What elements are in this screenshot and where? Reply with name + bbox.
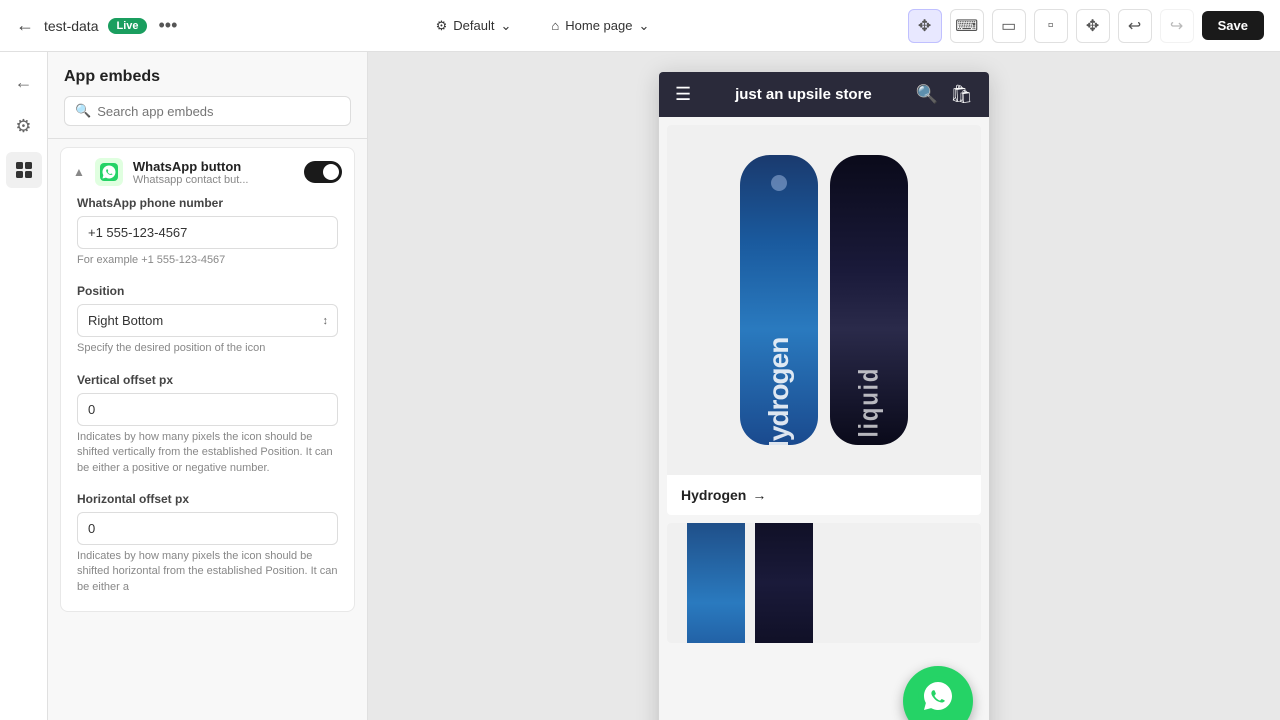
undo-button[interactable]: ↩ — [1118, 9, 1152, 43]
store-name: just an upsile store — [735, 86, 872, 104]
store-cart-icon[interactable]: 🛍 — [950, 84, 973, 105]
snowboard-dark: liquid — [830, 155, 908, 445]
homepage-chevron-icon: ⌄ — [638, 18, 649, 34]
vertical-input[interactable] — [77, 393, 338, 426]
homepage-label: Home page — [565, 18, 632, 33]
redo-button[interactable]: ↪ — [1160, 9, 1194, 43]
search-input[interactable] — [97, 104, 340, 119]
embed-name: WhatsApp button — [133, 159, 294, 174]
main-layout: ← ⚙ App embeds 🔍 ▲ — [0, 52, 1280, 720]
snowboard-container: Hydrogen liquid — [720, 125, 928, 475]
snowboard-small-blue — [687, 523, 745, 643]
snowboard-text-1: Hydrogen — [763, 338, 795, 445]
position-hint: Specify the desired position of the icon — [77, 341, 338, 356]
phone-hint: For example +1 555-123-4567 — [77, 253, 338, 268]
position-group: Position Right Bottom Left Bottom Right … — [77, 284, 338, 356]
store-header: ☰ just an upsile store 🔍 🛍 — [659, 72, 989, 117]
live-badge: Live — [108, 18, 146, 34]
product-image-area-2 — [667, 523, 981, 643]
default-chevron-icon: ⌄ — [501, 18, 512, 34]
store-content: Hydrogen liquid Hydrogen → — [659, 117, 989, 720]
product-arrow-icon-1: → — [752, 487, 766, 503]
vertical-hint: Indicates by how many pixels the icon sh… — [77, 430, 338, 476]
embed-description: Whatsapp contact but... — [133, 174, 294, 186]
more-icon[interactable]: ••• — [159, 15, 178, 36]
embed-toggle[interactable] — [304, 161, 342, 183]
sidebar-header: App embeds 🔍 — [48, 52, 367, 139]
default-icon: ⚙ — [436, 18, 448, 34]
product-card-2 — [667, 523, 981, 643]
product-name-1: Hydrogen — [681, 487, 746, 503]
header-right-group: ✥ ⌨ ▭ ▫ ✥ ↩ ↪ Save — [908, 9, 1264, 43]
embed-item-header: ▲ WhatsApp button Whatsapp contact but..… — [61, 148, 354, 196]
snowboard-text-2: liquid — [853, 367, 884, 438]
mobile-preview-frame: ☰ just an upsile store 🔍 🛍 Hydrogen — [659, 72, 989, 720]
horizontal-input[interactable] — [77, 512, 338, 545]
preview-area: ☰ just an upsile store 🔍 🛍 Hydrogen — [368, 52, 1280, 720]
save-button[interactable]: Save — [1202, 11, 1264, 40]
mobile-view-button[interactable]: ▫ — [1034, 9, 1068, 43]
snowboard-detail — [771, 175, 787, 191]
phone-group: WhatsApp phone number For example +1 555… — [77, 196, 338, 268]
vertical-offset-group: Vertical offset px Indicates by how many… — [77, 373, 338, 476]
embed-whatsapp-icon — [95, 158, 123, 186]
embed-collapse-button[interactable]: ▲ — [73, 165, 85, 179]
position-select[interactable]: Right Bottom Left Bottom Right Top Left … — [77, 304, 338, 337]
header-left-group: ← test-data Live ••• — [16, 15, 177, 36]
apps-button[interactable]: ✥ — [1076, 9, 1110, 43]
default-button[interactable]: ⚙ Default ⌄ — [428, 14, 520, 38]
snowboard-small-dark — [755, 523, 813, 643]
phone-label: WhatsApp phone number — [77, 196, 338, 210]
desktop-view-button[interactable]: ⌨ — [950, 9, 984, 43]
nav-back-icon[interactable]: ← — [6, 64, 42, 100]
vertical-label: Vertical offset px — [77, 373, 338, 387]
store-search-icon[interactable]: 🔍 — [916, 84, 938, 105]
top-header: ← test-data Live ••• ⚙ Default ⌄ ⌂ Home … — [0, 0, 1280, 52]
position-label: Position — [77, 284, 338, 298]
search-icon: 🔍 — [75, 103, 91, 119]
icon-nav: ← ⚙ — [0, 52, 48, 720]
homepage-button[interactable]: ⌂ Home page ⌄ — [543, 14, 657, 38]
sidebar-content: ▲ WhatsApp button Whatsapp contact but..… — [48, 139, 367, 720]
site-name: test-data — [44, 18, 98, 34]
product-image-area-1: Hydrogen liquid — [667, 125, 981, 475]
product-title-1[interactable]: Hydrogen → — [681, 487, 967, 503]
sidebar-panel: App embeds 🔍 ▲ WhatsApp — [48, 52, 368, 720]
home-icon: ⌂ — [551, 18, 559, 33]
whatsapp-embed-item: ▲ WhatsApp button Whatsapp contact but..… — [60, 147, 355, 612]
cursor-tool-button[interactable]: ✥ — [908, 9, 942, 43]
whatsapp-bubble[interactable] — [903, 666, 973, 720]
default-label: Default — [453, 18, 494, 33]
back-icon[interactable]: ← — [16, 15, 34, 36]
whatsapp-chat-icon — [918, 676, 958, 720]
horizontal-hint: Indicates by how many pixels the icon sh… — [77, 549, 338, 595]
snowboard-blue: Hydrogen — [740, 155, 818, 445]
nav-apps-icon[interactable] — [6, 152, 42, 188]
nav-settings-icon[interactable]: ⚙ — [6, 108, 42, 144]
tablet-view-button[interactable]: ▭ — [992, 9, 1026, 43]
position-select-wrap: Right Bottom Left Bottom Right Top Left … — [77, 304, 338, 337]
embed-info: WhatsApp button Whatsapp contact but... — [133, 159, 294, 186]
product-info-1: Hydrogen → — [667, 475, 981, 515]
store-menu-icon[interactable]: ☰ — [675, 84, 691, 105]
horizontal-label: Horizontal offset px — [77, 492, 338, 506]
sidebar-title: App embeds — [64, 68, 351, 86]
horizontal-offset-group: Horizontal offset px Indicates by how ma… — [77, 492, 338, 595]
search-bar: 🔍 — [64, 96, 351, 126]
embed-form: WhatsApp phone number For example +1 555… — [61, 196, 354, 595]
store-icons: 🔍 🛍 — [916, 84, 973, 105]
phone-input[interactable] — [77, 216, 338, 249]
product-card-1: Hydrogen liquid Hydrogen → — [667, 125, 981, 515]
header-center-group: ⚙ Default ⌄ ⌂ Home page ⌄ — [189, 14, 895, 38]
